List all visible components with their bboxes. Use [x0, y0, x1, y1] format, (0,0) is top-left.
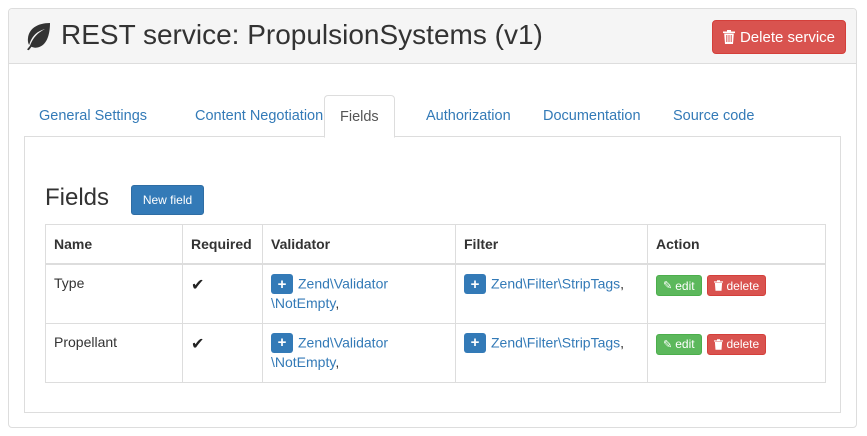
add-filter-button[interactable]: + — [464, 332, 486, 353]
filter-separator: , — [620, 334, 625, 351]
tab-fields[interactable]: Fields — [324, 95, 395, 138]
tab-source-code[interactable]: Source code — [658, 95, 769, 137]
plus-icon: + — [470, 275, 480, 293]
plus-icon: + — [277, 275, 287, 293]
filter-link[interactable]: Zend\Filter\StripTags — [491, 334, 620, 350]
tab-general-settings[interactable]: General Settings — [24, 95, 162, 137]
fields-table: Name Required Validator Filter Action Ty… — [45, 224, 826, 383]
validator-link-continued[interactable]: \NotEmpty — [271, 295, 335, 311]
filter-link[interactable]: Zend\Filter\StripTags — [491, 276, 620, 292]
field-name-cell: Type — [45, 263, 183, 324]
delete-button[interactable]: delete — [707, 275, 767, 296]
delete-label: delete — [726, 278, 760, 293]
action-cell: ✎ edit delete — [647, 322, 826, 383]
new-field-button[interactable]: New field — [131, 185, 204, 215]
validator-separator: , — [335, 295, 340, 311]
pencil-icon: ✎ — [663, 280, 673, 292]
fields-heading: Fields — [45, 184, 110, 211]
validator-cell: + Zend\Validator \NotEmpty, — [262, 263, 456, 324]
check-icon: ✔ — [191, 277, 205, 294]
required-cell: ✔ — [182, 263, 263, 324]
pencil-icon: ✎ — [663, 338, 673, 351]
edit-label: edit — [675, 278, 695, 293]
trash-icon — [714, 338, 724, 350]
plus-icon: + — [470, 334, 480, 351]
table-header-row: Name Required Validator Filter Action — [45, 224, 826, 265]
edit-label: edit — [675, 337, 695, 351]
tab-documentation[interactable]: Documentation — [528, 95, 656, 137]
tab-bar: General Settings Content Negotiation Fie… — [24, 95, 841, 138]
column-header-required: Required — [182, 224, 263, 265]
action-cell: ✎ edit delete — [647, 263, 826, 324]
service-panel: REST service: PropulsionSystems (v1) Del… — [8, 8, 857, 428]
filter-cell: + Zend\Filter\StripTags, — [455, 322, 648, 383]
column-header-filter: Filter — [455, 224, 648, 265]
filter-separator: , — [620, 275, 625, 292]
add-filter-button[interactable]: + — [464, 274, 486, 294]
leaf-icon — [27, 23, 50, 51]
panel-heading: REST service: PropulsionSystems (v1) Del… — [9, 9, 856, 64]
trash-icon — [714, 280, 724, 291]
table-row: Propellant ✔ + Zend\Validator \NotEmpty, +… — [45, 322, 826, 383]
validator-link-continued[interactable]: \NotEmpty — [271, 354, 335, 370]
trash-icon — [722, 30, 735, 44]
tab-content: Fields New field Name Required Validator… — [24, 136, 841, 413]
validator-link[interactable]: Zend\Validator — [298, 276, 388, 292]
plus-icon: + — [277, 334, 287, 351]
field-name-cell: Propellant — [45, 322, 183, 383]
add-validator-button[interactable]: + — [271, 274, 293, 294]
tab-authorization[interactable]: Authorization — [411, 95, 526, 137]
validator-separator: , — [335, 353, 340, 370]
required-cell: ✔ — [182, 322, 263, 383]
page-title: REST service: PropulsionSystems (v1) — [61, 19, 543, 50]
column-header-name: Name — [45, 224, 183, 265]
edit-button[interactable]: ✎ edit — [656, 275, 702, 296]
table-row: Type ✔ + Zend\Validator \NotEmpty, + Zend\F… — [45, 263, 826, 324]
delete-label: delete — [726, 337, 760, 351]
validator-cell: + Zend\Validator \NotEmpty, — [262, 322, 456, 383]
add-validator-button[interactable]: + — [271, 332, 293, 353]
validator-link[interactable]: Zend\Validator — [298, 334, 388, 350]
delete-button[interactable]: delete — [707, 333, 767, 355]
column-header-action: Action — [647, 224, 826, 265]
delete-service-button[interactable]: Delete service — [712, 20, 846, 54]
edit-button[interactable]: ✎ edit — [656, 333, 702, 355]
column-header-validator: Validator — [262, 224, 456, 265]
tab-content-negotiation[interactable]: Content Negotiation — [180, 95, 338, 137]
delete-service-label: Delete service — [739, 28, 836, 46]
filter-cell: + Zend\Filter\StripTags, — [455, 263, 648, 324]
check-icon: ✔ — [191, 335, 205, 353]
